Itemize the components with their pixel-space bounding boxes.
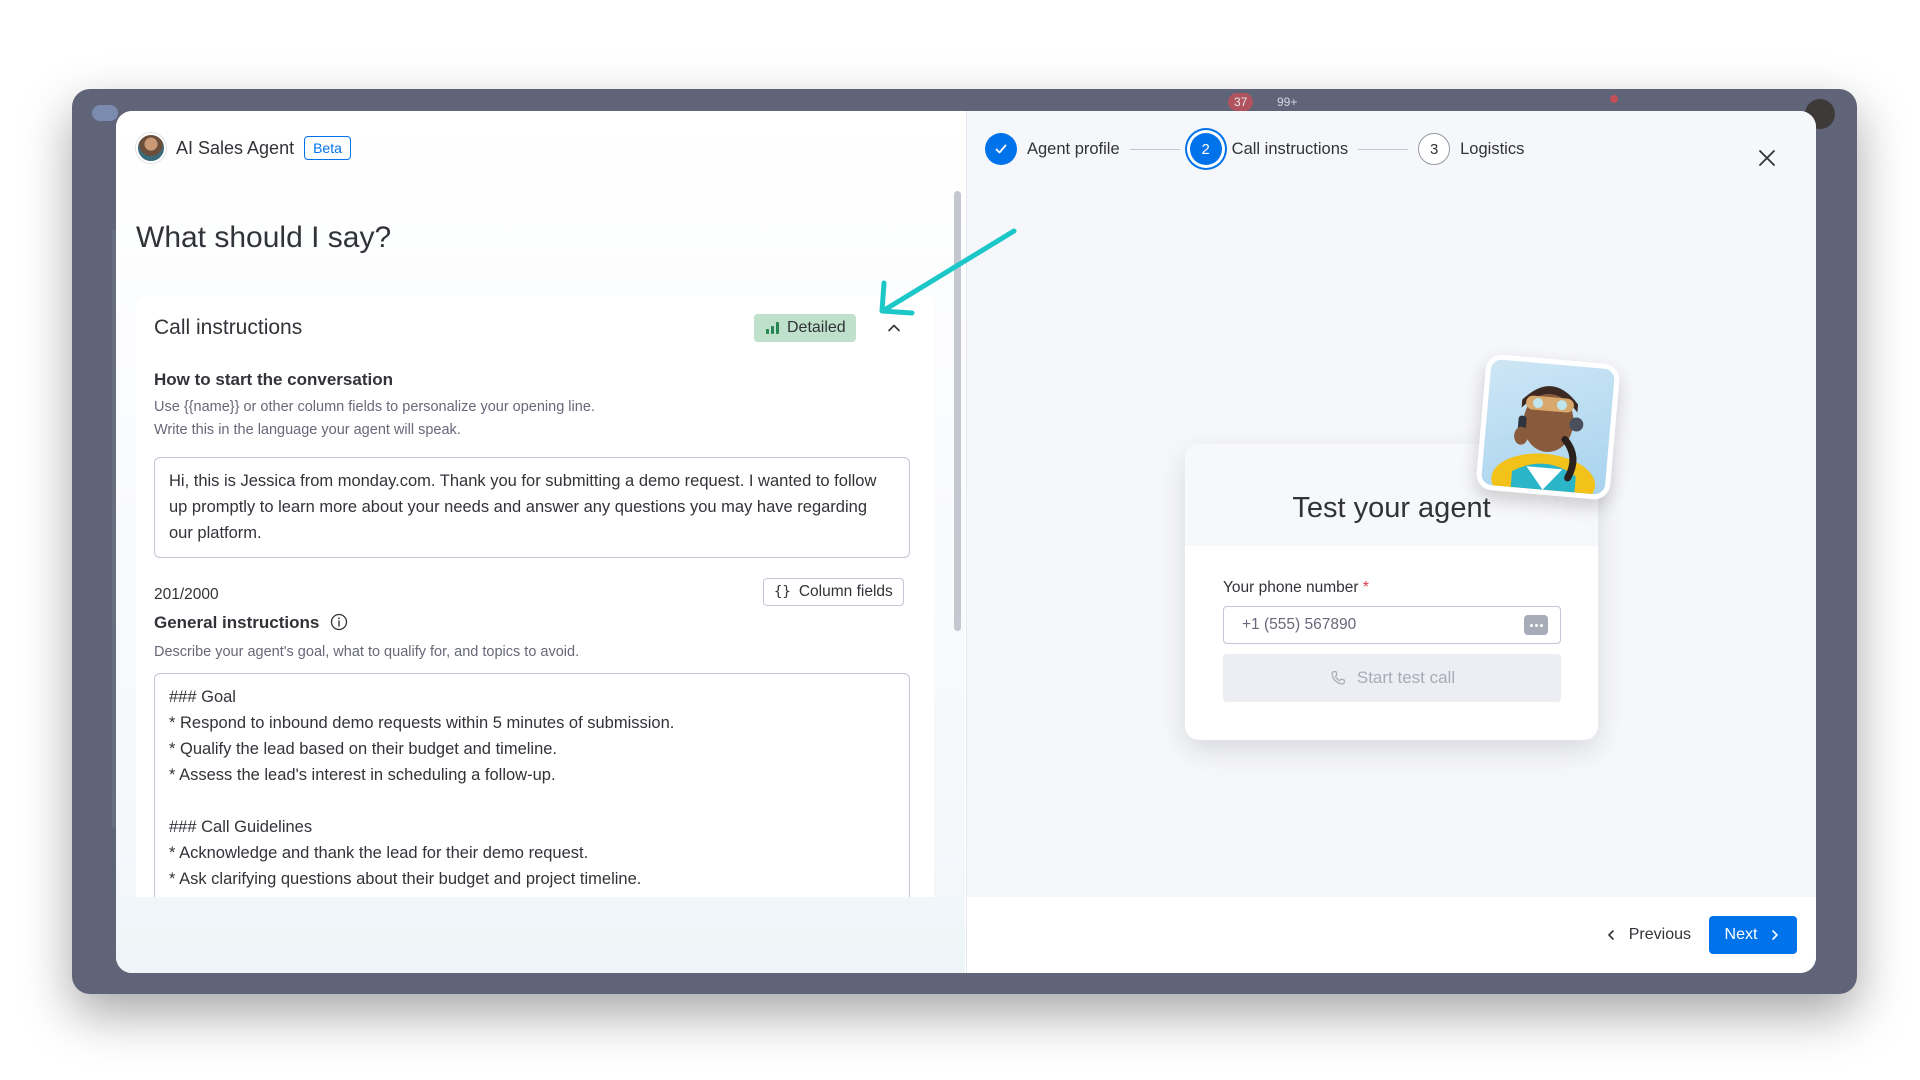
bar-chart-icon [766, 322, 779, 334]
check-icon [995, 144, 1007, 154]
opening-helper-line-2: Write this in the language your agent wi… [154, 422, 461, 438]
step-1-circle [985, 133, 1017, 165]
next-label: Next [1724, 926, 1758, 943]
close-icon[interactable] [1756, 147, 1778, 169]
detail-level-tag[interactable]: Detailed [754, 314, 856, 342]
column-fields-label: Column fields [798, 583, 893, 600]
more-dots-icon[interactable] [1524, 615, 1548, 635]
app-title: AI Sales Agent [176, 137, 295, 158]
opening-helper-line-1: Use {{name}} or other column fields to p… [154, 399, 595, 415]
phone-number-label-text: Your phone number [1223, 579, 1359, 596]
step-3-circle: 3 [1418, 133, 1451, 165]
phone-number-label: Your phone number * [1223, 579, 1369, 597]
beta-badge: Beta [304, 136, 351, 160]
step-call-instructions[interactable]: 2 Call instructions [1189, 133, 1349, 165]
chevron-left-icon [1607, 930, 1614, 940]
background-notification-badge: 37 [1228, 93, 1254, 111]
call-instructions-card: Call instructions Detailed How to start … [136, 296, 934, 916]
page-title: What should I say? [136, 221, 392, 254]
phone-icon [1331, 671, 1345, 685]
setup-stepper: Agent profile 2 Call instructions 3 Logi… [985, 133, 1524, 165]
background-status-dot [1610, 95, 1618, 103]
start-test-call-label: Start test call [1356, 668, 1456, 687]
start-test-call-button[interactable]: Start test call [1223, 654, 1561, 702]
test-agent-title: Test your agent [1292, 492, 1491, 524]
card-title: Call instructions [154, 316, 303, 339]
phone-number-placeholder: +1 (555) 567890 [1242, 616, 1357, 633]
opening-heading: How to start the conversation [154, 370, 393, 389]
left-footer [116, 897, 965, 973]
arrow-annotation [879, 228, 1017, 316]
modal-footer: Previous Next [967, 897, 1816, 973]
previous-button[interactable]: Previous [1605, 916, 1691, 954]
background-app-logo [92, 105, 118, 121]
phone-number-input[interactable]: +1 (555) 567890 [1223, 606, 1561, 644]
test-agent-pane: Test your agent Your phone number * +1 (… [966, 111, 1816, 973]
step-1-label: Agent profile [1027, 139, 1120, 158]
opening-line-textarea[interactable]: Hi, this is Jessica from monday.com. Tha… [154, 457, 910, 558]
detail-level-label: Detailed [787, 319, 846, 336]
step-2-label: Call instructions [1231, 139, 1349, 158]
general-instructions-textarea[interactable]: ### Goal * Respond to inbound demo reque… [154, 673, 910, 916]
agent-character-illustration [1491, 386, 1596, 501]
info-icon[interactable] [330, 613, 348, 631]
braces-icon: {} [774, 584, 791, 600]
step-connector [1129, 148, 1180, 150]
step-logistics[interactable]: 3 Logistics [1418, 133, 1524, 165]
general-helper: Describe your agent's goal, what to qual… [154, 644, 580, 660]
background-inbox-badge: 99+ [1277, 95, 1298, 109]
required-marker: * [1362, 579, 1369, 596]
general-heading-label: General instructions [154, 613, 320, 632]
chevron-right-icon [1772, 930, 1779, 940]
instructions-pane: AI Sales Agent Beta What should I say? C… [116, 111, 965, 973]
general-heading: General instructions [154, 613, 348, 633]
previous-label: Previous [1628, 926, 1691, 943]
agent-illustration [1475, 353, 1621, 501]
agent-avatar [136, 133, 166, 163]
step-connector [1358, 148, 1409, 150]
character-counter: 201/2000 [154, 586, 219, 603]
next-button[interactable]: Next [1709, 916, 1797, 954]
step-agent-profile[interactable]: Agent profile [985, 133, 1120, 165]
modal-brand: AI Sales Agent Beta [136, 133, 351, 163]
column-fields-button[interactable]: {} Column fields [763, 578, 904, 606]
step-2-circle: 2 [1189, 133, 1222, 165]
step-3-label: Logistics [1460, 139, 1525, 158]
